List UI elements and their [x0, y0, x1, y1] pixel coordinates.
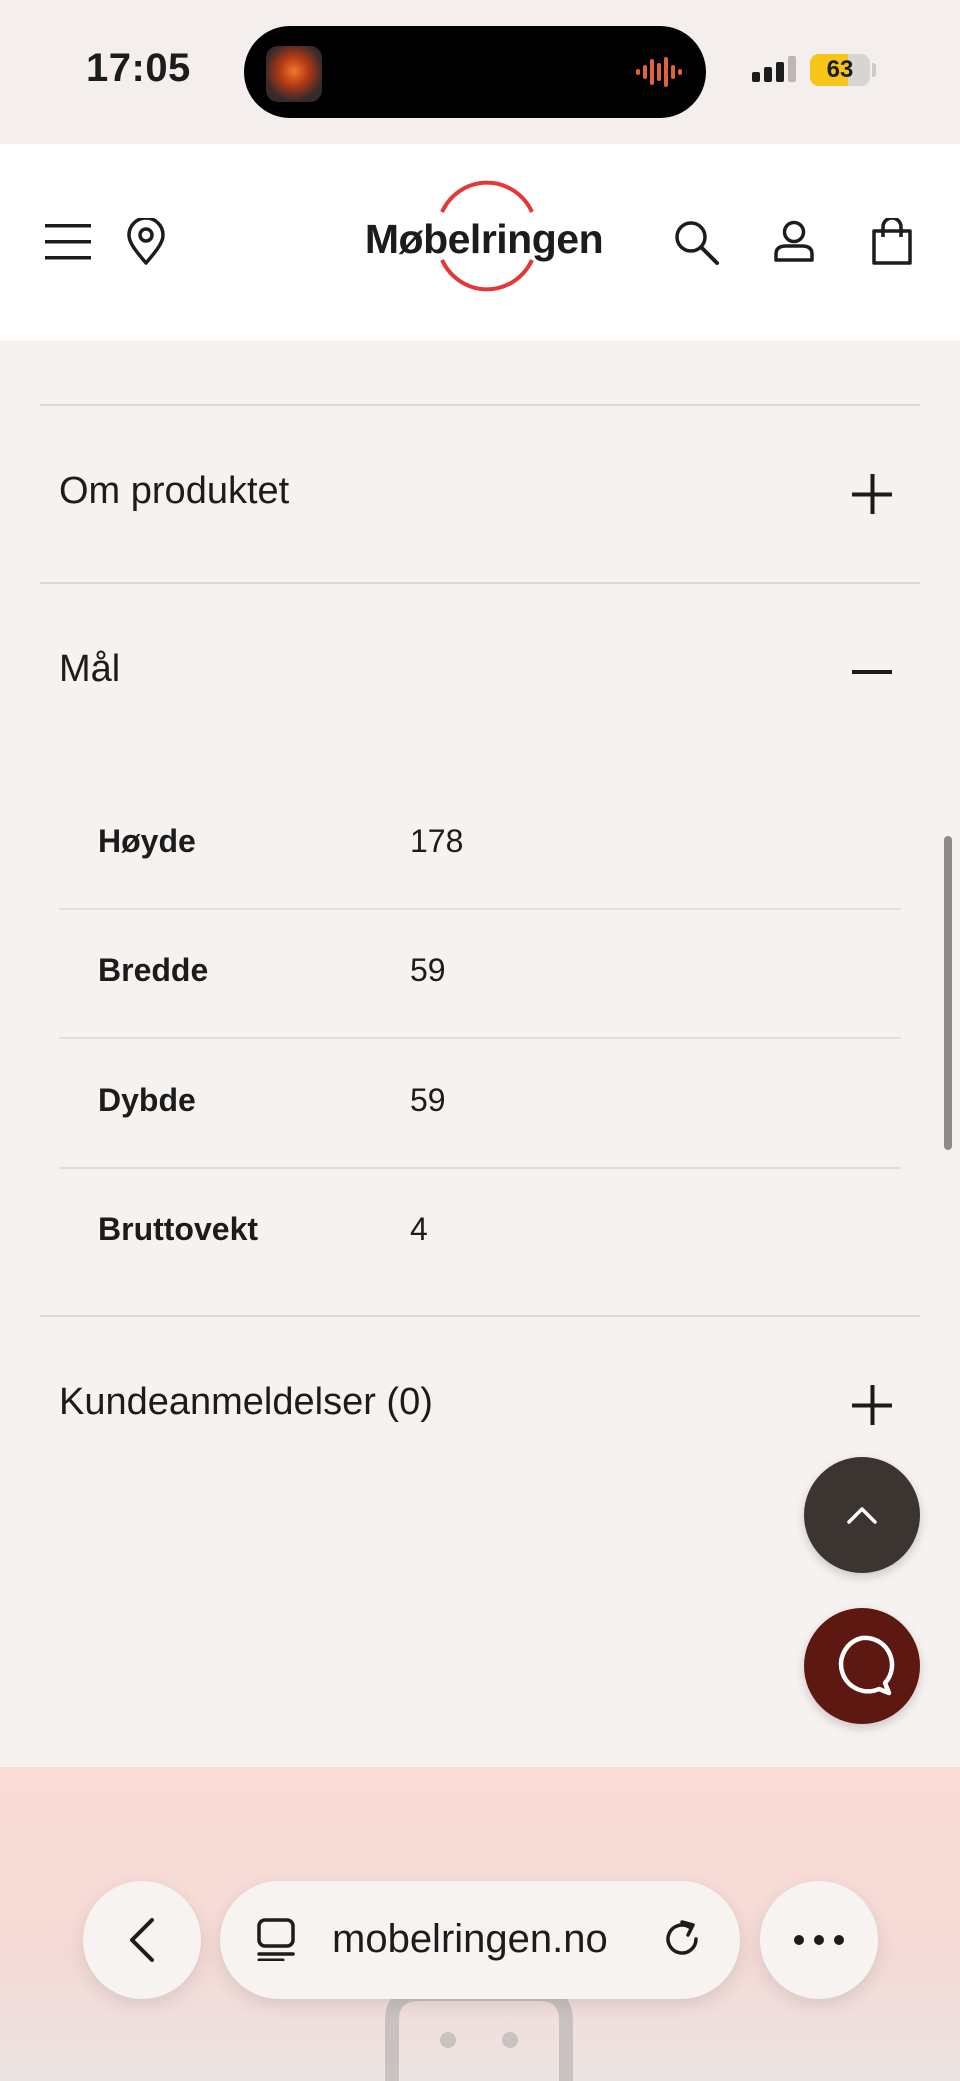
- spec-label: Høyde: [98, 823, 196, 859]
- spec-label: Bruttovekt: [98, 1211, 259, 1247]
- map-pin-icon: [127, 218, 165, 265]
- chat-button[interactable]: [804, 1608, 920, 1724]
- site-header: Møbelringen: [0, 144, 960, 340]
- spec-value: 178: [410, 823, 464, 859]
- chevron-left-icon: [130, 1918, 154, 1962]
- audio-waveform-icon: [636, 57, 682, 87]
- accordion-title: Om produktet: [59, 470, 290, 512]
- spec-divider: [59, 908, 901, 910]
- search-icon: [675, 221, 719, 265]
- spec-value: 59: [410, 1082, 446, 1118]
- chat-bubble-icon: [838, 1635, 895, 1696]
- dynamic-island[interactable]: [244, 26, 706, 118]
- spec-label: Bredde: [98, 952, 209, 988]
- battery-nub: [872, 63, 876, 77]
- menu-button[interactable]: [36, 210, 100, 274]
- chevron-up-icon: [847, 1507, 877, 1524]
- accordion-divider: [40, 404, 920, 406]
- status-bar: 17:05 63: [0, 0, 960, 144]
- spec-divider: [59, 1167, 901, 1169]
- accordion-divider: [40, 582, 920, 584]
- accordion-title: Kundeanmeldelser (0): [59, 1381, 433, 1423]
- site-logo[interactable]: Møbelringen: [350, 178, 610, 306]
- store-locator-button[interactable]: [114, 210, 178, 274]
- accordion-title: Mål: [59, 648, 121, 690]
- browser-more-button[interactable]: [760, 1881, 878, 1999]
- search-button[interactable]: [664, 210, 728, 274]
- hamburger-menu-icon: [45, 224, 91, 260]
- url-text: mobelringen.no: [332, 1917, 608, 1961]
- browser-address-bar[interactable]: mobelringen.no: [220, 1881, 740, 1999]
- account-button[interactable]: [762, 210, 826, 274]
- spec-label: Dybde: [98, 1082, 196, 1118]
- spec-divider: [59, 1037, 901, 1039]
- scroll-to-top-button[interactable]: [804, 1457, 920, 1573]
- browser-back-button[interactable]: [83, 1881, 201, 1999]
- battery-indicator: 63: [810, 54, 870, 86]
- plus-icon[interactable]: [848, 470, 896, 518]
- status-time: 17:05: [86, 46, 191, 90]
- spec-value: 4: [410, 1211, 428, 1247]
- user-icon: [774, 220, 814, 262]
- reload-icon[interactable]: [660, 1917, 704, 1961]
- accordion-divider: [40, 1315, 920, 1317]
- now-playing-app-icon: [266, 46, 322, 102]
- battery-percentage: 63: [826, 56, 854, 83]
- page-tabs-icon: [257, 1918, 295, 1961]
- logo-text: Møbelringen: [364, 216, 604, 262]
- minus-icon[interactable]: [848, 648, 896, 696]
- plus-icon[interactable]: [848, 1381, 896, 1429]
- cart-button[interactable]: [860, 210, 924, 274]
- spec-value: 59: [410, 952, 446, 988]
- cellular-signal-icon: [752, 56, 796, 82]
- shopping-bag-icon: [872, 218, 912, 265]
- page-scrollbar[interactable]: [944, 836, 952, 1150]
- more-horizontal-icon: [794, 1935, 844, 1945]
